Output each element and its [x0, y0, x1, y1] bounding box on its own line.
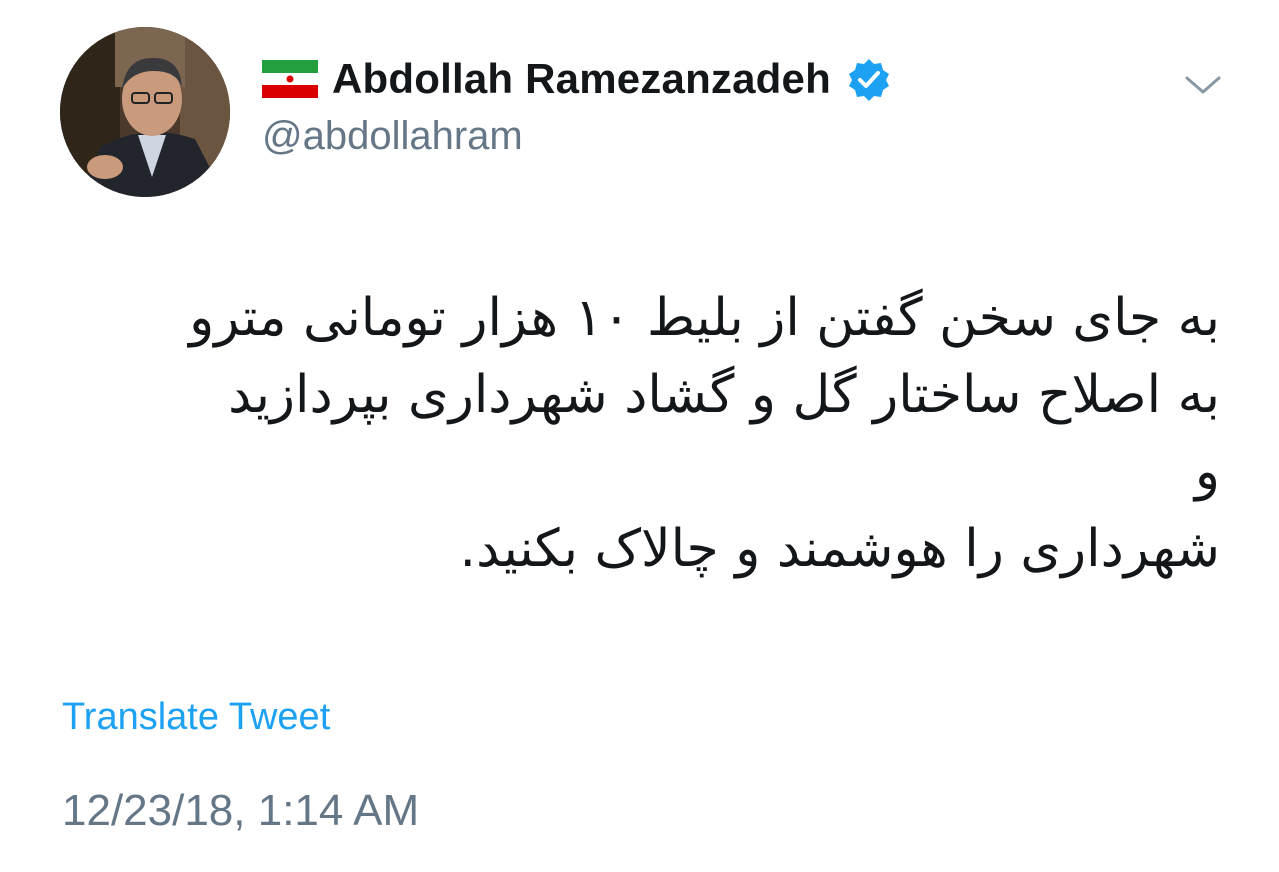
translate-tweet-link[interactable]: Translate Tweet: [62, 696, 330, 739]
user-name-row: Abdollah Ramezanzadeh: [262, 54, 891, 104]
tweet-text-line: به جای سخن گفتن از بلیط ۱۰ هزار تومانی م…: [189, 288, 1220, 348]
avatar[interactable]: [60, 27, 230, 197]
verified-badge-icon: [847, 57, 891, 101]
display-name[interactable]: Abdollah Ramezanzadeh: [332, 55, 831, 103]
iran-flag-icon: [262, 60, 318, 98]
chevron-down-icon[interactable]: [1183, 70, 1223, 100]
profile-photo: [60, 27, 230, 197]
tweet-text-line: شهرداری را هوشمند و چالاک بکنید.: [459, 519, 1220, 579]
tweet-text-line: و: [1194, 442, 1220, 502]
tweet-text: به جای سخن گفتن از بلیط ۱۰ هزار تومانی م…: [60, 280, 1220, 588]
tweet-timestamp[interactable]: 12/23/18, 1:14 AM: [62, 786, 419, 836]
tweet-text-line: به اصلاح ساختار گل و گشاد شهرداری بپرداز…: [228, 365, 1220, 425]
tweet-card: Abdollah Ramezanzadeh @abdollahram به جا…: [0, 0, 1279, 872]
user-handle[interactable]: @abdollahram: [262, 114, 523, 159]
